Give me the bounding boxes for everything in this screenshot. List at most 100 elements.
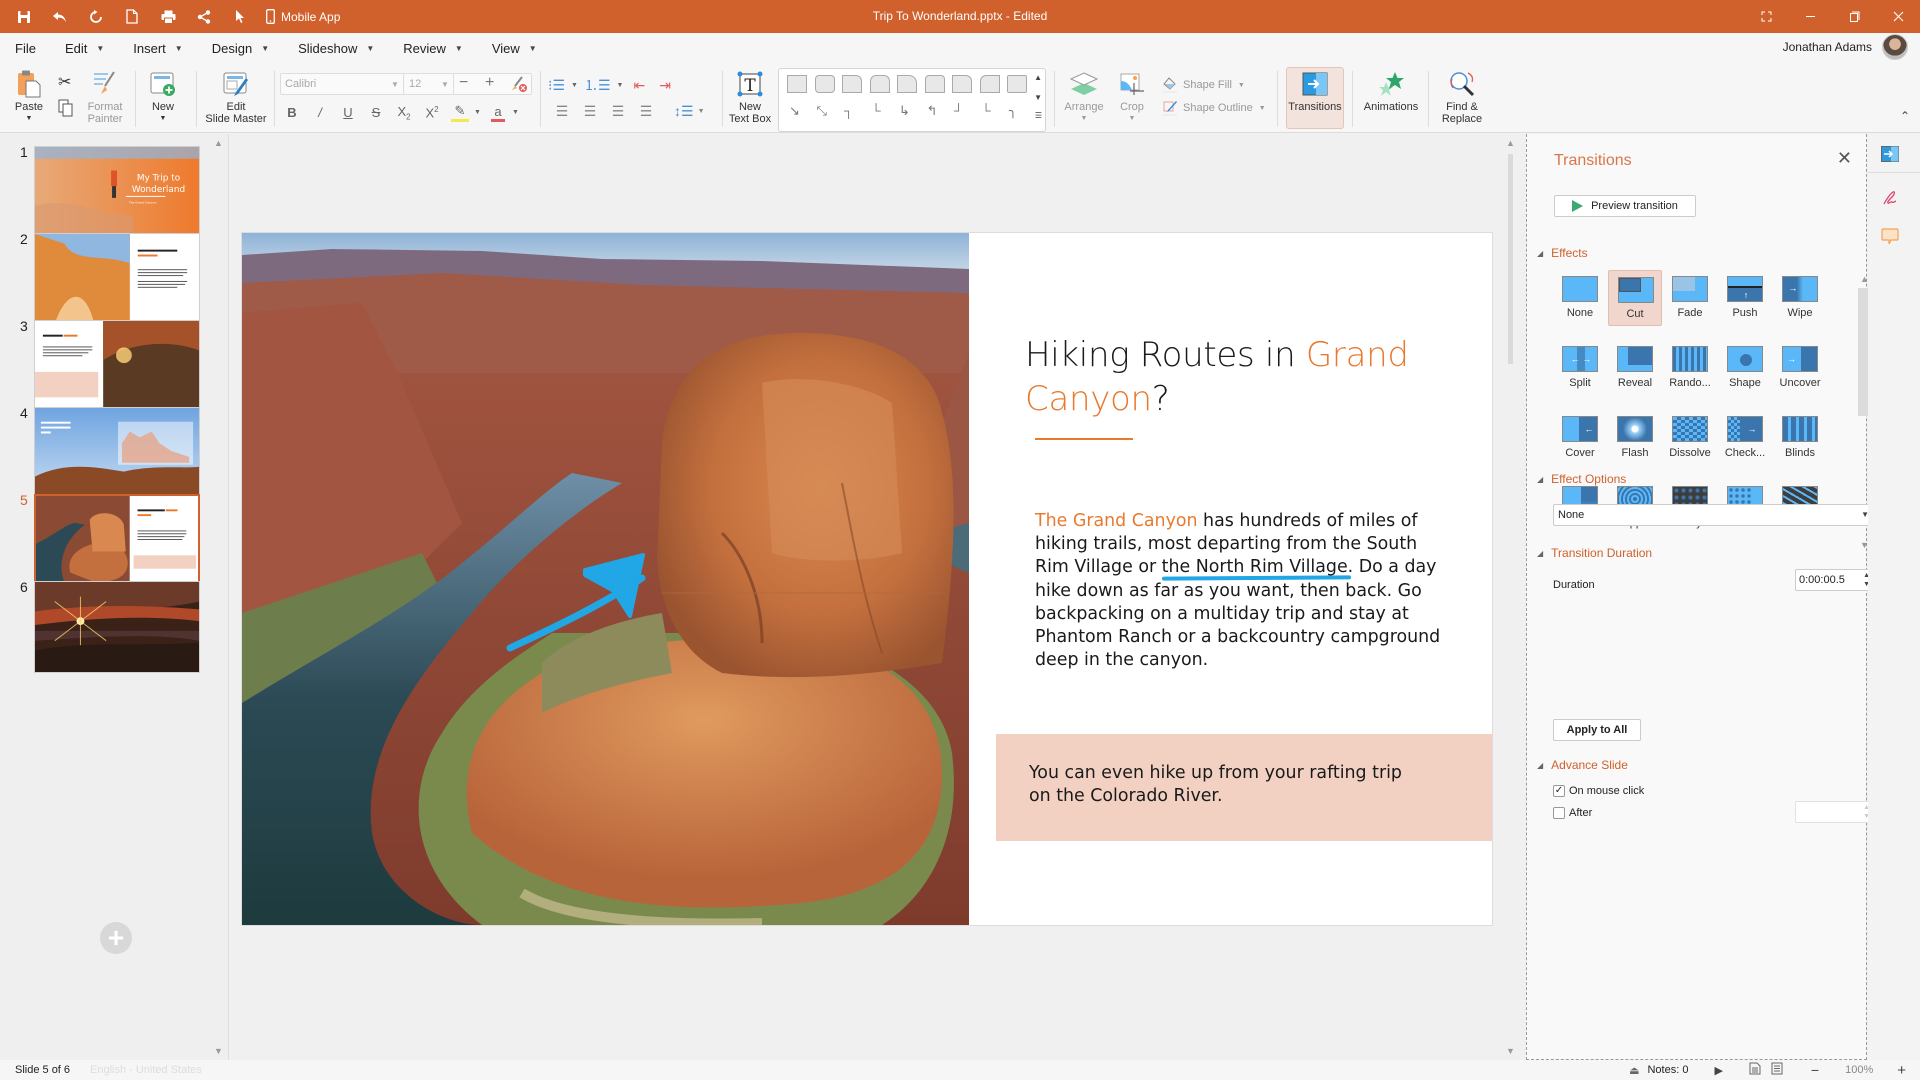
- menu-view[interactable]: View ▼: [492, 41, 537, 56]
- new-slide-button[interactable]: New ▼: [146, 69, 180, 125]
- outline-view-icon[interactable]: [1771, 1062, 1783, 1078]
- clear-formatting-icon[interactable]: [510, 75, 528, 98]
- mobile-app-toggle[interactable]: Mobile App: [266, 9, 340, 24]
- strikethrough-icon[interactable]: S: [362, 105, 390, 120]
- advance-slide-section-header[interactable]: ◢ Advance Slide: [1537, 758, 1628, 772]
- after-time-stepper[interactable]: ▲ ▼: [1795, 801, 1875, 823]
- menu-insert[interactable]: Insert ▼: [133, 41, 182, 56]
- slide-body-text[interactable]: The Grand Canyon has hundreds of miles o…: [1035, 510, 1445, 672]
- canvas-scroll-thumb[interactable]: [1508, 154, 1513, 364]
- redo-icon[interactable]: [78, 0, 114, 33]
- font-name-dropdown-icon[interactable]: ▼: [391, 80, 399, 89]
- zoom-level[interactable]: 100%: [1845, 1064, 1873, 1076]
- shape-option[interactable]: [952, 75, 972, 93]
- slide-thumbnail-3[interactable]: [34, 320, 200, 412]
- comments-toggle[interactable]: [1868, 228, 1912, 246]
- align-right-icon[interactable]: ☰: [604, 103, 632, 120]
- animations-button[interactable]: Animations: [1360, 69, 1422, 113]
- connector-option[interactable]: ↰: [927, 103, 938, 119]
- font-color-dropdown-icon[interactable]: ▼: [512, 109, 519, 116]
- justify-icon[interactable]: ☰: [632, 103, 660, 120]
- effect-split[interactable]: ← → Split: [1553, 340, 1607, 396]
- callout-box[interactable]: You can even hike up from your rafting t…: [996, 734, 1492, 841]
- subscript-icon[interactable]: X2: [390, 104, 418, 122]
- apply-to-all-button-face[interactable]: Apply to All: [1553, 719, 1641, 741]
- shapes-gallery[interactable]: ↘ ⤡ ┐ └ ↳ ↰ ┘ └ ╮ ▲ ▼ ☰: [778, 68, 1046, 132]
- connector-option[interactable]: └: [872, 103, 881, 118]
- shape-option[interactable]: [979, 75, 1000, 93]
- effect-reveal[interactable]: Reveal: [1608, 340, 1662, 396]
- effects-section-header[interactable]: ◢ Effects: [1537, 246, 1588, 260]
- font-name-field[interactable]: Calibri: [285, 78, 316, 90]
- connector-option[interactable]: ┘: [954, 103, 963, 118]
- numbering-icon[interactable]: ⒈☰: [584, 75, 611, 95]
- ink-pen-toggle[interactable]: [1868, 190, 1912, 206]
- canvas-scrollbar[interactable]: ▲ ▼: [1506, 134, 1515, 1060]
- ink-arrow-annotation[interactable]: [242, 233, 969, 925]
- gallery-scroll-up-icon[interactable]: ▲: [1034, 73, 1042, 82]
- underline-icon[interactable]: U: [334, 105, 362, 120]
- slide-thumbnail-4[interactable]: [34, 407, 200, 499]
- collapse-ribbon-icon[interactable]: ⌃: [1900, 109, 1910, 123]
- normal-view-icon[interactable]: [1749, 1062, 1761, 1078]
- paste-button[interactable]: Paste ▼: [12, 69, 46, 125]
- effect-cover[interactable]: ← Cover: [1553, 410, 1607, 466]
- italic-icon[interactable]: /: [306, 105, 334, 120]
- effect-options-select[interactable]: None ▼: [1553, 504, 1875, 526]
- effect-options-section-header[interactable]: ◢ Effect Options: [1537, 472, 1626, 486]
- restore-icon[interactable]: [1832, 0, 1876, 33]
- share-icon[interactable]: [186, 0, 222, 33]
- shape-outline-button[interactable]: Shape Outline ▼: [1163, 100, 1266, 116]
- bullets-icon[interactable]: ⁝☰: [548, 77, 565, 94]
- shape-option[interactable]: [924, 75, 945, 93]
- zoom-out-icon[interactable]: −: [1811, 1062, 1819, 1078]
- format-painter-button[interactable]: Format Painter: [84, 69, 126, 125]
- highlight-icon[interactable]: ✎: [451, 103, 469, 122]
- effect-wipe[interactable]: → Wipe: [1773, 270, 1827, 326]
- canvas-scroll-up-icon[interactable]: ▲: [1506, 138, 1515, 148]
- menu-review[interactable]: Review ▼: [403, 41, 463, 56]
- after-checkbox[interactable]: After: [1553, 807, 1592, 819]
- font-size-field[interactable]: 12: [409, 78, 421, 90]
- connector-option[interactable]: ┐: [844, 103, 853, 118]
- decrease-font-icon[interactable]: −: [459, 74, 468, 92]
- close-pane-icon[interactable]: ✕: [1837, 148, 1852, 169]
- slide-thumbnail-5[interactable]: [34, 494, 200, 586]
- cut-icon[interactable]: ✂: [58, 72, 71, 92]
- find-replace-button[interactable]: Find & Replace: [1436, 69, 1488, 125]
- avatar[interactable]: [1882, 34, 1908, 60]
- zoom-in-icon[interactable]: +: [1897, 1062, 1906, 1079]
- gallery-expand-icon[interactable]: ☰: [1035, 111, 1042, 120]
- new-text-box-button[interactable]: T New Text Box: [728, 69, 772, 125]
- decrease-indent-icon[interactable]: ⇤: [633, 77, 645, 94]
- bold-icon[interactable]: B: [278, 105, 306, 120]
- effect-cut[interactable]: Cut: [1608, 270, 1662, 326]
- thumb-scroll-down-icon[interactable]: ▼: [214, 1046, 223, 1056]
- transition-duration-section-header[interactable]: ◢ Transition Duration: [1537, 546, 1652, 560]
- menu-edit[interactable]: Edit ▼: [65, 41, 104, 56]
- connector-option[interactable]: ⤡: [817, 103, 827, 119]
- print-icon[interactable]: [150, 0, 186, 33]
- effect-dissolve[interactable]: Dissolve: [1663, 410, 1717, 466]
- connector-option[interactable]: └: [982, 103, 991, 118]
- crop-button[interactable]: Crop ▼: [1112, 69, 1152, 125]
- slide-thumbnail-2[interactable]: [34, 233, 200, 325]
- play-slideshow-icon[interactable]: ▶: [1714, 1064, 1722, 1077]
- effect-push[interactable]: ↑ Push: [1718, 270, 1772, 326]
- connector-option[interactable]: ╮: [1009, 103, 1017, 119]
- effect-none[interactable]: None: [1553, 270, 1607, 326]
- add-slide-button[interactable]: +: [100, 922, 132, 954]
- slide-thumbnail-6[interactable]: [34, 581, 200, 673]
- slide-title[interactable]: Hiking Routes in Grand Canyon?: [1025, 333, 1445, 421]
- menu-file[interactable]: File: [15, 41, 36, 56]
- slide-thumbnail-1[interactable]: My Trip to Wonderland The Grand Canyon: [34, 146, 200, 238]
- shape-option[interactable]: [787, 75, 807, 93]
- duration-stepper[interactable]: 0:00:00.5 ▲ ▼: [1795, 569, 1875, 591]
- effect-blinds[interactable]: Blinds: [1773, 410, 1827, 466]
- effect-rando[interactable]: Rando...: [1663, 340, 1717, 396]
- save-icon[interactable]: [6, 0, 42, 33]
- close-window-icon[interactable]: [1876, 0, 1920, 33]
- increase-indent-icon[interactable]: ⇥: [659, 77, 671, 94]
- undo-icon[interactable]: [42, 0, 78, 33]
- checkbox-unchecked-icon[interactable]: [1553, 807, 1565, 819]
